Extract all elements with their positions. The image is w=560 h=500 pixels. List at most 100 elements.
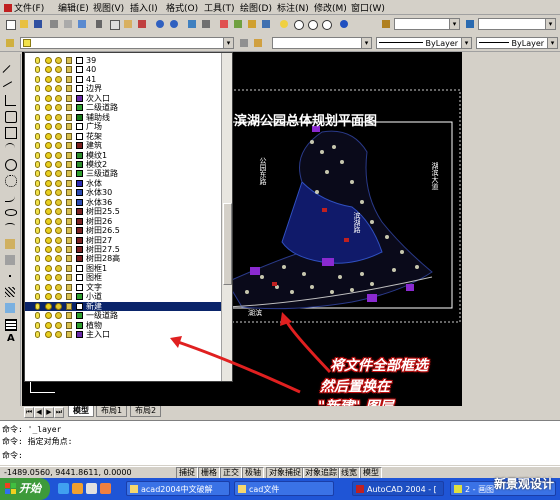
freeze-all-vp-icon[interactable]	[45, 142, 52, 150]
layer-color-swatch[interactable]	[76, 274, 83, 282]
lineweight-select[interactable]: ByLayer ▾	[476, 37, 558, 49]
multiline-text-icon[interactable]: A	[4, 333, 16, 346]
freeze-all-vp-icon[interactable]	[45, 321, 52, 329]
layer-color-swatch[interactable]	[76, 189, 83, 197]
freeze-all-vp-icon[interactable]	[45, 227, 52, 235]
freeze-current-vp-icon[interactable]	[55, 113, 62, 121]
freeze-current-vp-icon[interactable]	[55, 293, 62, 301]
layer-color-swatch[interactable]	[76, 283, 83, 291]
freeze-current-vp-icon[interactable]	[55, 321, 62, 329]
taskbar-task-autocad[interactable]: AutoCAD 2004 - [	[352, 481, 444, 496]
freeze-all-vp-icon[interactable]	[45, 94, 52, 102]
ucs-icon[interactable]	[218, 18, 230, 30]
quicklaunch-ie-icon[interactable]	[58, 483, 69, 494]
publish-icon[interactable]	[76, 18, 88, 30]
freeze-current-vp-icon[interactable]	[55, 312, 62, 320]
cut-icon[interactable]	[94, 18, 106, 30]
menu-format[interactable]: 格式(O)	[166, 1, 198, 14]
lock-icon[interactable]	[66, 283, 72, 291]
layer-row[interactable]: 新建	[25, 301, 221, 312]
layer-row[interactable]: 二级道路	[25, 103, 221, 112]
dim-style-select[interactable]: ▾	[478, 18, 556, 30]
freeze-all-vp-icon[interactable]	[45, 85, 52, 93]
layer-on-bulb-icon[interactable]	[35, 123, 40, 131]
layer-color-swatch[interactable]	[76, 246, 83, 253]
freeze-all-vp-icon[interactable]	[45, 283, 52, 291]
pan-icon[interactable]	[278, 18, 290, 30]
lock-icon[interactable]	[66, 264, 72, 272]
linetype-select[interactable]: ByLayer ▾	[376, 37, 472, 49]
menu-draw[interactable]: 绘图(D)	[240, 1, 272, 14]
layer-on-bulb-icon[interactable]	[35, 208, 40, 216]
ellipse-arc-icon[interactable]	[4, 222, 16, 234]
layer-color-swatch[interactable]	[76, 198, 83, 206]
lock-icon[interactable]	[66, 189, 72, 197]
lock-icon[interactable]	[66, 321, 72, 329]
layer-row[interactable]: 广场	[25, 122, 221, 131]
freeze-current-vp-icon[interactable]	[55, 132, 62, 140]
freeze-all-vp-icon[interactable]	[45, 274, 52, 282]
layer-color-swatch[interactable]	[76, 236, 83, 244]
make-block-icon[interactable]	[4, 254, 16, 266]
quicklaunch-app-icon[interactable]	[100, 483, 111, 494]
layer-color-swatch[interactable]	[76, 227, 83, 235]
freeze-all-vp-icon[interactable]	[45, 66, 52, 74]
lock-icon[interactable]	[66, 85, 72, 93]
layer-previous-icon[interactable]	[252, 37, 264, 49]
open-file-icon[interactable]	[18, 18, 30, 30]
next-tab-icon[interactable]: ▶	[44, 407, 54, 418]
freeze-current-vp-icon[interactable]	[55, 160, 62, 168]
command-prompt[interactable]: 命令:	[2, 450, 23, 461]
layer-row[interactable]: 三级道路	[25, 169, 221, 178]
quicklaunch-desktop-icon[interactable]	[86, 483, 97, 494]
polygon-icon[interactable]	[4, 110, 17, 123]
freeze-all-vp-icon[interactable]	[45, 189, 52, 197]
design-center-icon[interactable]	[246, 18, 258, 30]
undo-icon[interactable]	[154, 18, 166, 30]
freeze-current-vp-icon[interactable]	[55, 198, 62, 206]
freeze-all-vp-icon[interactable]	[45, 151, 52, 159]
ellipse-icon[interactable]	[4, 206, 17, 218]
zoom-previous-icon[interactable]	[320, 18, 332, 30]
layer-on-bulb-icon[interactable]	[35, 312, 40, 320]
prev-tab-icon[interactable]: ◀	[34, 407, 44, 418]
spline-icon[interactable]	[4, 190, 16, 202]
lock-icon[interactable]	[66, 113, 72, 121]
dim-style-icon[interactable]	[464, 18, 476, 30]
freeze-current-vp-icon[interactable]	[55, 179, 62, 187]
freeze-current-vp-icon[interactable]	[55, 170, 62, 178]
layer-row[interactable]: 植物	[25, 321, 221, 330]
layer-color-swatch[interactable]	[76, 142, 83, 150]
quicklaunch-media-icon[interactable]	[72, 483, 83, 494]
layer-color-swatch[interactable]	[76, 293, 83, 301]
layer-on-bulb-icon[interactable]	[35, 264, 40, 272]
layer-on-bulb-icon[interactable]	[35, 283, 40, 291]
arc-icon[interactable]	[4, 142, 16, 154]
command-window[interactable]: 命令: '_layer 命令: 指定对角点: 命令:	[0, 420, 560, 465]
circle-icon[interactable]	[4, 158, 17, 171]
polyline-icon[interactable]	[4, 94, 16, 106]
lock-icon[interactable]	[66, 123, 72, 131]
layer-color-swatch[interactable]	[76, 217, 83, 225]
layer-on-bulb-icon[interactable]	[35, 198, 40, 206]
layer-row[interactable]: 花架	[25, 132, 221, 141]
layer-color-swatch[interactable]	[76, 132, 83, 140]
tab-model[interactable]: 模型	[68, 406, 94, 417]
freeze-all-vp-icon[interactable]	[45, 246, 52, 253]
freeze-all-vp-icon[interactable]	[45, 208, 52, 216]
layer-row[interactable]: 小道	[25, 292, 221, 301]
copy-icon[interactable]	[108, 18, 120, 30]
freeze-current-vp-icon[interactable]	[55, 331, 62, 339]
layer-list-scrollbar[interactable]	[221, 53, 232, 381]
layer-color-swatch[interactable]	[76, 66, 83, 74]
lock-icon[interactable]	[66, 179, 72, 187]
paste-icon[interactable]	[122, 18, 134, 30]
layer-on-bulb-icon[interactable]	[35, 113, 40, 121]
lock-icon[interactable]	[66, 217, 72, 225]
freeze-current-vp-icon[interactable]	[55, 255, 62, 263]
layer-color-swatch[interactable]	[76, 170, 83, 178]
lock-icon[interactable]	[66, 293, 72, 301]
layer-row[interactable]: 文字	[25, 283, 221, 292]
layer-row[interactable]: 水体36	[25, 198, 221, 207]
tab-layout2[interactable]: 布局2	[130, 406, 162, 417]
